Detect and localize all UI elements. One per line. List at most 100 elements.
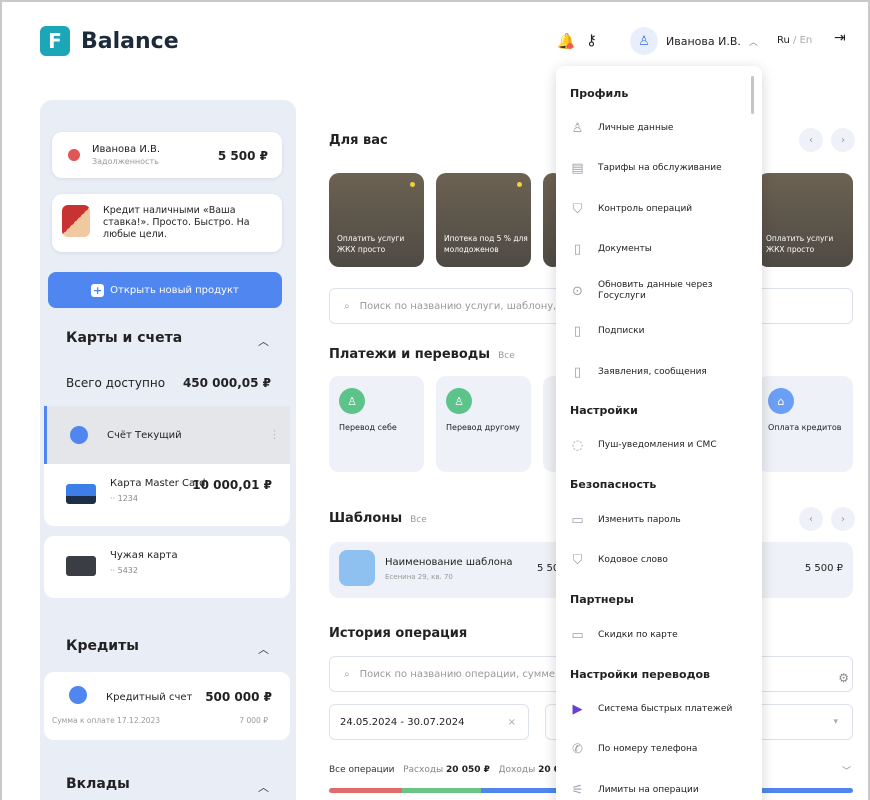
operations-bar-segment — [329, 788, 403, 793]
total-available: Всего доступно 450 000,05 ₽ — [66, 376, 271, 390]
payments-title: Платежи и переводы Все — [329, 347, 515, 362]
menu-item-label: Обновить данные через Госуслуги — [598, 280, 713, 301]
person-icon: ♙ — [571, 121, 584, 136]
payment-loan[interactable]: ⌂ Оплата кредитов — [758, 376, 853, 472]
debt-status-icon — [68, 149, 80, 161]
sbp-logo-icon: ▶ — [572, 702, 583, 717]
filter-sliders-icon[interactable]: ⚙ — [838, 671, 849, 685]
menu-section-profile: Профиль — [570, 87, 629, 100]
menu-item-applications[interactable]: ▯ Заявления, сообщения — [570, 365, 755, 380]
menu-item-card-discounts[interactable]: ▭ Скидки по карте — [570, 628, 755, 643]
refresh-icon: ⊙ — [572, 283, 583, 299]
next-arrow-icon[interactable]: › — [831, 128, 855, 152]
menu-item-label: Подписки — [598, 326, 645, 336]
accounts-collapse-chevron-icon[interactable]: ︿ — [258, 333, 269, 349]
promo-card[interactable]: Кредит наличными «Ваша ставка!». Просто.… — [52, 194, 282, 252]
total-amount: 450 000,05 ₽ — [182, 376, 271, 390]
chevron-down-icon[interactable]: ﹀ — [842, 764, 851, 777]
menu-item-push-sms[interactable]: ◌ Пуш-уведомления и СМС — [570, 439, 755, 452]
accounts-section-title: Карты и счета — [66, 330, 183, 346]
account-item-foreign-card[interactable]: Чужая карта ·· 5432 — [44, 536, 290, 598]
next-arrow-icon[interactable]: › — [831, 507, 855, 531]
date-range-input[interactable]: 24.05.2024 - 30.07.2024 × — [329, 704, 529, 740]
open-new-product-button[interactable]: + Открыть новый продукт — [48, 272, 282, 308]
account-item-mastercard[interactable]: Карта Master Card ·· 1234 10 000,01 ₽ — [44, 464, 290, 526]
menu-item-sbp[interactable]: ▶ Система быстрых платежей — [570, 702, 755, 717]
account-name: Счёт Текущий — [107, 430, 182, 441]
deposits-collapse-chevron-icon[interactable]: ︿ — [258, 779, 269, 795]
templates-title: Шаблоны Все — [329, 511, 427, 526]
payment-label: Перевод себе — [339, 423, 397, 432]
lock-icon: ▭ — [571, 513, 584, 528]
file-icon: ▯ — [573, 324, 582, 339]
total-label: Всего доступно — [66, 376, 166, 390]
promo-text: Кредит наличными «Ваша ставка!». Просто.… — [103, 205, 250, 240]
offer-tile[interactable]: Ипотека под 5 % для молодоженов — [436, 173, 531, 267]
logo-icon: F — [40, 26, 70, 56]
prev-arrow-icon[interactable]: ‹ — [799, 128, 823, 152]
more-options-icon[interactable]: ⋮ — [269, 428, 280, 441]
card-name: Карта Master Card — [110, 478, 206, 489]
bank-card-icon — [66, 556, 96, 576]
menu-section-settings: Настройки — [570, 404, 638, 417]
ops-expense-label[interactable]: Расходы — [403, 765, 443, 775]
payment-transfer-other[interactable]: ♙ Перевод другому — [436, 376, 531, 472]
menu-item-limits[interactable]: ⚟ Лимиты на операции — [570, 784, 755, 797]
menu-item-tariffs[interactable]: ▤ Тарифы на обслуживание — [570, 162, 755, 175]
ops-income-label[interactable]: Доходы — [498, 765, 535, 775]
menu-item-documents[interactable]: ▯ Документы — [570, 242, 755, 257]
menu-item-code-word[interactable]: ⛉ Кодовое слово — [570, 554, 755, 567]
menu-item-subscriptions[interactable]: ▯ Подписки — [570, 324, 755, 339]
menu-item-by-phone[interactable]: ✆ По номеру телефона — [570, 742, 755, 757]
account-item-current[interactable]: Счёт Текущий ⋮ — [44, 406, 290, 464]
operations-bar-segment — [402, 788, 481, 793]
sidebar: Иванова И.В. Задолженность 5 500 ₽ Креди… — [40, 100, 296, 800]
menu-item-personal-data[interactable]: ♙ Личные данные — [570, 121, 755, 136]
chevron-down-icon: ▾ — [833, 717, 838, 727]
logo-text: Balance — [81, 28, 179, 54]
menu-item-operations-control[interactable]: ⛉ Контроль операций — [570, 202, 755, 217]
search-icon: ⌕ — [344, 300, 350, 312]
payment-transfer-self[interactable]: ♙ Перевод себе — [329, 376, 424, 472]
payments-all-link[interactable]: Все — [498, 351, 515, 361]
debt-card[interactable]: Иванова И.В. Задолженность 5 500 ₽ — [52, 132, 282, 178]
search-placeholder: Поиск по названию операции, сумме, да — [359, 668, 575, 680]
search-placeholder: Поиск по названию услуги, шаблону, ИН — [359, 300, 575, 312]
menu-item-label: Документы — [598, 244, 652, 254]
menu-scrollbar[interactable] — [751, 76, 754, 114]
templates-all-link[interactable]: Все — [410, 515, 427, 525]
credit-account-item[interactable]: Кредитный счет 500 000 ₽ Сумма к оплате … — [44, 672, 290, 740]
ops-expense-value: 20 050 ₽ — [446, 765, 490, 775]
phone-icon: ✆ — [572, 742, 583, 757]
template-amount-2: 5 500 ₽ — [804, 563, 843, 574]
menu-item-label: Изменить пароль — [598, 515, 681, 525]
plus-icon: + — [91, 283, 105, 297]
menu-section-transfer-settings: Настройки переводов — [570, 668, 710, 681]
menu-item-label: Личные данные — [598, 123, 674, 133]
offer-tile[interactable]: Оплатить услуги ЖКХ просто — [329, 173, 424, 267]
water-drop-icon — [339, 550, 375, 586]
card-name: Чужая карта — [110, 550, 178, 561]
credits-collapse-chevron-icon[interactable]: ︿ — [258, 641, 269, 657]
user-dropdown-menu: Профиль ♙ Личные данные ▤ Тарифы на обслуж… — [556, 66, 762, 800]
gift-icon: ▭ — [571, 628, 584, 643]
menu-item-change-password[interactable]: ▭ Изменить пароль — [570, 513, 755, 528]
shield-icon: ⛉ — [572, 202, 583, 217]
file-icon: ▯ — [573, 242, 582, 257]
offer-tile[interactable]: Оплатить услуги ЖКХ просто — [758, 173, 853, 267]
file-edit-icon: ▯ — [573, 365, 582, 380]
payment-label: Оплата кредитов — [768, 423, 842, 432]
card-number: ·· 1234 — [110, 494, 138, 503]
menu-item-gosuslugi[interactable]: ⊙ Обновить данные через Госуслуги — [570, 280, 755, 302]
logo[interactable]: F Balance — [40, 26, 179, 56]
home-icon: ⌂ — [768, 388, 794, 414]
menu-item-label: Скидки по карте — [598, 630, 678, 640]
deposits-section-title: Вклады — [66, 776, 130, 792]
credits-section-title: Кредиты — [66, 638, 139, 654]
search-icon: ⌕ — [344, 668, 350, 680]
prev-arrow-icon[interactable]: ‹ — [799, 507, 823, 531]
debt-label: Задолженность — [92, 157, 159, 166]
ops-all-tab[interactable]: Все операции — [329, 765, 395, 775]
offer-caption: Оплатить услуги ЖКХ просто — [766, 234, 834, 254]
clear-icon[interactable]: × — [508, 717, 516, 728]
